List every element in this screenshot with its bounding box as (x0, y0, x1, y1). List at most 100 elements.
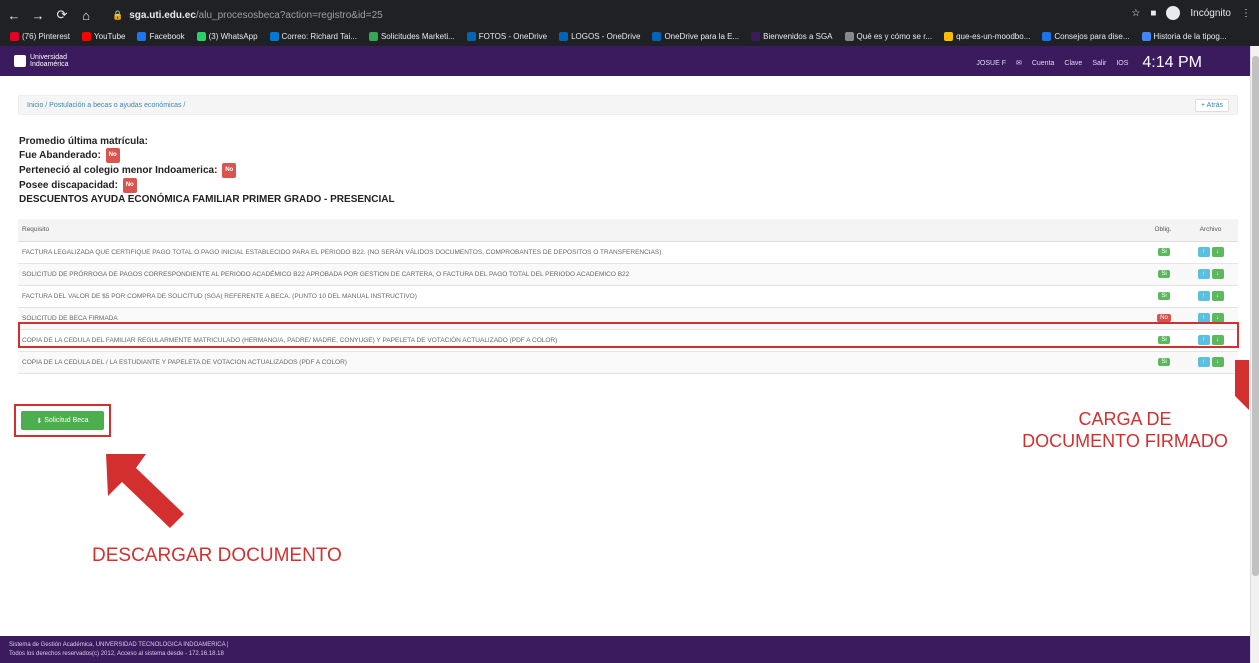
requisito-cell: SOLICITUD DE PRÓRROGA DE PAGOS CORRESPON… (18, 263, 1143, 286)
bookmark-favicon-icon (652, 31, 662, 41)
bookmark-label: FOTOS - OneDrive (478, 31, 548, 41)
promedio-label: Promedio última matrícula: (19, 136, 148, 147)
download-file-icon[interactable]: ↓ (1211, 247, 1224, 257)
solicitud-beca-label: Solicitud Beca (44, 417, 89, 424)
header-menu: JOSUE F ✉ Cuenta Clave Salir IOS 4:14 PM (976, 54, 1202, 72)
archivo-cell: ↑ ↓ (1183, 285, 1238, 308)
salir-link[interactable]: Salir (1092, 60, 1106, 67)
window-icon[interactable]: ■ (1150, 8, 1156, 19)
bookmark-label: OneDrive para la E... (664, 31, 740, 41)
url-host: sga.uti.edu.ec (129, 9, 196, 21)
header-requisito: Requisito (18, 219, 1143, 242)
bookmarks-bar: (76) Pinterest YouTube Facebook (3) WhatsAp… (0, 28, 1259, 44)
back-arrow-icon[interactable]: ← (4, 8, 24, 23)
archivo-cell: ↑ ↓ (1183, 351, 1238, 374)
cuenta-link[interactable]: Cuenta (1032, 60, 1055, 67)
archivo-cell: ↑ ↓ (1183, 263, 1238, 286)
logo-mark-icon (14, 55, 26, 67)
forward-arrow-icon[interactable]: → (28, 8, 48, 23)
footer-line2: Todos los derechos reservados(c) 2012, A… (9, 651, 224, 657)
oblig-badge: Si (1158, 292, 1170, 300)
address-row: ← → ⟳ ⌂ 🔒 sga.uti.edu.ec /alu_procesosbe… (0, 4, 1259, 26)
ios-link[interactable]: IOS (1116, 60, 1128, 67)
bookmark-label: Bienvenidos a SGA (763, 31, 833, 41)
bookmark-favicon-icon (196, 31, 206, 41)
bookmark-item[interactable]: (3) WhatsApp (196, 31, 258, 41)
bookmark-favicon-icon (751, 31, 761, 41)
oblig-cell: Si (1143, 263, 1183, 286)
colegio-row: Perteneció al colegio menor Indoamerica:… (19, 163, 237, 178)
requirements-table: Requisito Oblig. Archivo FACTURA LEGALIZ… (18, 219, 1238, 374)
bookmark-favicon-icon (10, 31, 19, 41)
breadcrumb-bar: Inicio / Postulación a becas o ayudas ec… (18, 95, 1238, 115)
bookmark-label: Consejos para dise... (1054, 31, 1130, 41)
user-menu[interactable]: JOSUE F (976, 60, 1006, 67)
annotation-descargar: DESCARGAR DOCUMENTO (92, 545, 342, 566)
header-oblig: Oblig. (1143, 219, 1183, 242)
bookmark-label: Qué es y cómo se r... (856, 31, 933, 41)
breadcrumb[interactable]: Inicio / Postulación a becas o ayudas ec… (27, 102, 185, 109)
bookmark-item[interactable]: YouTube (82, 31, 125, 41)
page-scrollbar[interactable] (1250, 46, 1259, 663)
table-row: FACTURA DEL VALOR DE $5 POR COMPRA DE SO… (18, 285, 1238, 308)
upload-file-icon[interactable]: ↑ (1197, 357, 1210, 367)
header-time: 4:14 PM (1142, 54, 1202, 71)
address-bar[interactable]: 🔒 sga.uti.edu.ec /alu_procesosbeca?actio… (104, 5, 1224, 25)
upload-file-icon[interactable]: ↑ (1197, 247, 1210, 257)
solicitud-beca-button[interactable]: ⬇ Solicitud Beca (21, 411, 104, 430)
bookmark-item[interactable]: que-es-un-moodbo... (944, 31, 1031, 41)
upload-file-icon[interactable]: ↑ (1197, 269, 1210, 279)
student-info: Promedio última matrícula: Fue Abanderad… (19, 135, 237, 193)
bookmark-item[interactable]: FOTOS - OneDrive (466, 31, 548, 41)
bookmark-item[interactable]: Consejos para dise... (1042, 31, 1130, 41)
table-row: FACTURA LEGALIZADA QUE CERTIFIQUE PAGO T… (18, 241, 1238, 264)
bookmark-item[interactable]: Historia de la tipog... (1141, 31, 1226, 41)
clave-link[interactable]: Clave (1064, 60, 1082, 67)
download-arrow-icon (106, 454, 184, 528)
table-row: SOLICITUD DE PRÓRROGA DE PAGOS CORRESPON… (18, 263, 1238, 286)
bookmark-favicon-icon (466, 31, 476, 41)
star-icon[interactable]: ☆ (1131, 8, 1140, 19)
incognito-icon (1166, 6, 1181, 20)
header-archivo: Archivo (1183, 219, 1238, 242)
footer-line1: Sistema de Gestión Académica, UNIVERSIDA… (9, 642, 229, 648)
bookmark-favicon-icon (1141, 31, 1151, 41)
bookmark-item[interactable]: Qué es y cómo se r... (844, 31, 933, 41)
bookmark-label: (76) Pinterest (22, 31, 71, 41)
bookmark-favicon-icon (844, 31, 854, 41)
upload-arrow-icon (1235, 360, 1249, 410)
bookmark-label: Correo: Richard Tai... (281, 31, 357, 41)
oblig-badge: Si (1158, 248, 1170, 256)
download-file-icon[interactable]: ↓ (1211, 357, 1224, 367)
browser-chrome: ← → ⟳ ⌂ 🔒 sga.uti.edu.ec /alu_procesosbe… (0, 0, 1259, 46)
bookmark-item[interactable]: Solicitudes Marketi... (368, 31, 455, 41)
table-row: COPIA DE LA CEDULA DEL / LA ESTUDIANTE Y… (18, 351, 1238, 374)
scrollbar-thumb[interactable] (1252, 56, 1259, 576)
bookmark-item[interactable]: Bienvenidos a SGA (751, 31, 833, 41)
abanderado-badge: No (105, 148, 120, 163)
bookmark-item[interactable]: Correo: Richard Tai... (269, 31, 357, 41)
university-logo[interactable]: Universidad Indoamérica (14, 54, 69, 68)
download-file-icon[interactable]: ↓ (1211, 269, 1224, 279)
download-file-icon[interactable]: ↓ (1211, 291, 1224, 301)
reload-icon[interactable]: ⟳ (52, 7, 72, 23)
highlight-signed-request-row (18, 322, 1239, 348)
mail-icon[interactable]: ✉ (1016, 59, 1022, 67)
bookmark-item[interactable]: OneDrive para la E... (652, 31, 740, 41)
bookmark-item[interactable]: (76) Pinterest (10, 31, 71, 41)
back-button[interactable]: + Atrás (1195, 98, 1229, 112)
bookmark-favicon-icon (1042, 31, 1052, 41)
requisito-cell: COPIA DE LA CEDULA DEL / LA ESTUDIANTE Y… (18, 351, 1143, 374)
oblig-badge: No (1157, 314, 1171, 322)
bookmark-item[interactable]: LOGOS - OneDrive (559, 31, 640, 41)
home-icon[interactable]: ⌂ (76, 8, 96, 23)
bookmark-item[interactable]: Facebook (137, 31, 185, 41)
upload-file-icon[interactable]: ↑ (1197, 291, 1210, 301)
abanderado-label: Fue Abanderado: (19, 150, 101, 162)
abanderado-row: Fue Abanderado: No (19, 148, 236, 163)
bookmark-label: que-es-un-moodbo... (956, 31, 1031, 41)
menu-icon[interactable]: ⋮ (1241, 8, 1251, 19)
download-icon: ⬇ (36, 417, 45, 425)
bookmark-favicon-icon (137, 31, 147, 41)
colegio-label: Perteneció al colegio menor Indoamerica: (19, 165, 218, 177)
